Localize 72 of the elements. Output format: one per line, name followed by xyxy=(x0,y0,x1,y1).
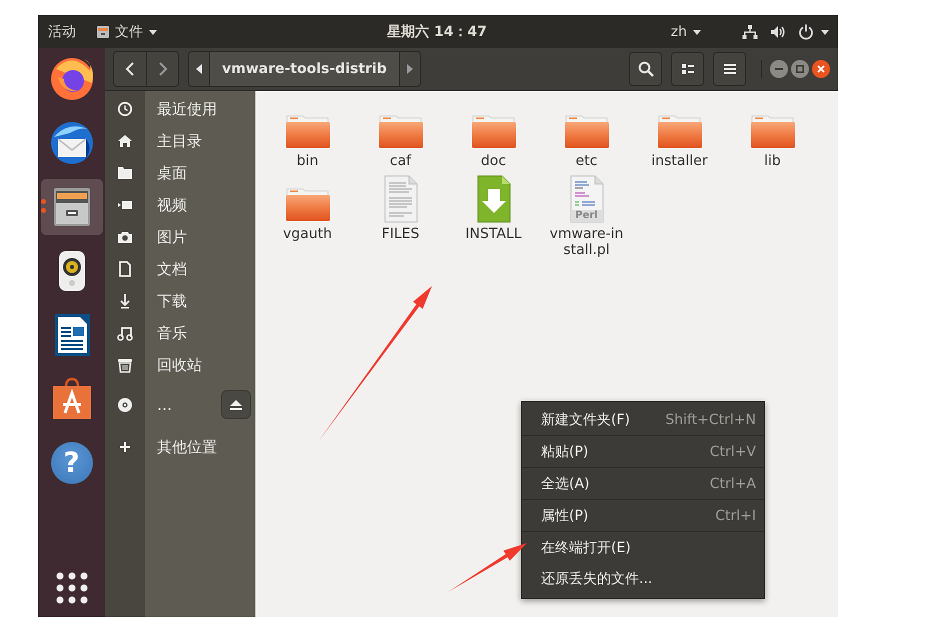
menu-icon xyxy=(722,62,736,76)
list-view-icon xyxy=(680,62,694,76)
shortcut-label: Ctrl+V xyxy=(710,444,756,460)
search-icon xyxy=(638,61,654,77)
sidebar-item[interactable]: 最近使用 xyxy=(105,93,255,125)
file-item[interactable]: INSTALL xyxy=(447,175,540,258)
file-item[interactable]: doc xyxy=(447,102,540,169)
trash-icon xyxy=(117,357,133,373)
plus-icon xyxy=(117,439,133,455)
close-icon xyxy=(817,65,825,73)
shortcut-label: Ctrl+A xyxy=(710,476,756,492)
sidebar-item[interactable]: 桌面 xyxy=(105,157,255,189)
menu-button[interactable] xyxy=(713,52,746,86)
menu-item[interactable]: 全选(A) Ctrl+A xyxy=(522,468,764,500)
maximize-icon xyxy=(796,65,804,73)
network-icon xyxy=(742,24,758,40)
disc-icon xyxy=(117,397,133,413)
left-triangle-icon xyxy=(195,63,203,75)
sidebar-item[interactable]: 其他位置 xyxy=(105,431,255,463)
file-item[interactable]: Perl vmware-install.pl xyxy=(540,175,633,258)
file-item[interactable]: FILES xyxy=(354,175,447,258)
clock-icon xyxy=(117,101,133,117)
back-icon xyxy=(124,61,136,77)
sidebar-item[interactable]: 图片 xyxy=(105,221,255,253)
menu-item[interactable]: 新建文件夹(F) Shift+Ctrl+N xyxy=(522,404,764,436)
activities-button[interactable]: 活动 xyxy=(44,18,80,44)
close-button[interactable] xyxy=(812,60,830,78)
minimize-button[interactable] xyxy=(770,60,788,78)
power-icon xyxy=(798,24,814,40)
minimize-icon xyxy=(775,65,783,73)
menu-item[interactable]: 在终端打开(E) xyxy=(522,532,764,563)
sidebar-item[interactable]: 主目录 xyxy=(105,125,255,157)
file-cabinet-icon xyxy=(96,24,110,38)
search-button[interactable] xyxy=(629,52,662,86)
folder-icon xyxy=(117,165,133,181)
menu-item[interactable]: 还原丢失的文件... xyxy=(522,563,764,594)
right-triangle-icon xyxy=(406,63,414,75)
sidebar-item[interactable]: 视频 xyxy=(105,189,255,221)
sidebar-item[interactable]: 文档 xyxy=(105,253,255,285)
file-item[interactable]: vgauth xyxy=(261,175,354,258)
home-icon xyxy=(117,133,133,149)
file-type-label: Perl xyxy=(574,210,599,221)
file-item[interactable]: caf xyxy=(354,102,447,169)
eject-icon xyxy=(229,398,243,410)
shortcut-label: Ctrl+I xyxy=(715,508,756,524)
sidebar-item[interactable]: 回收站 xyxy=(105,349,255,381)
eject-button[interactable] xyxy=(221,390,251,419)
input-method-menu[interactable]: zh xyxy=(666,20,706,44)
music-note-icon xyxy=(117,325,133,341)
volume-icon xyxy=(770,24,786,40)
file-item[interactable]: installer xyxy=(633,102,726,169)
file-item[interactable]: lib xyxy=(726,102,819,169)
file-item[interactable]: etc xyxy=(540,102,633,169)
camera-icon xyxy=(117,229,133,245)
sidebar-item[interactable]: … xyxy=(105,381,255,429)
app-menu[interactable]: 文件 xyxy=(92,18,162,44)
forward-icon xyxy=(156,61,168,77)
power-menu[interactable] xyxy=(798,24,830,40)
view-button[interactable] xyxy=(671,52,704,86)
caret-icon xyxy=(692,28,702,36)
caret-icon xyxy=(820,28,830,36)
grid-dots-icon xyxy=(54,571,88,605)
shortcut-label: Shift+Ctrl+N xyxy=(665,412,756,428)
sidebar-item[interactable]: 下载 xyxy=(105,285,255,317)
menu-item[interactable]: 粘贴(P) Ctrl+V xyxy=(522,436,764,468)
sidebar-item[interactable]: 音乐 xyxy=(105,317,255,349)
path-button[interactable]: vmware-tools-distrib xyxy=(209,52,400,86)
clock[interactable]: 星期六 14：47 xyxy=(383,18,491,44)
file-item[interactable]: bin xyxy=(261,102,354,169)
document-icon xyxy=(117,261,133,277)
caret-icon xyxy=(148,28,158,36)
menu-item[interactable]: 属性(P) Ctrl+I xyxy=(522,500,764,532)
